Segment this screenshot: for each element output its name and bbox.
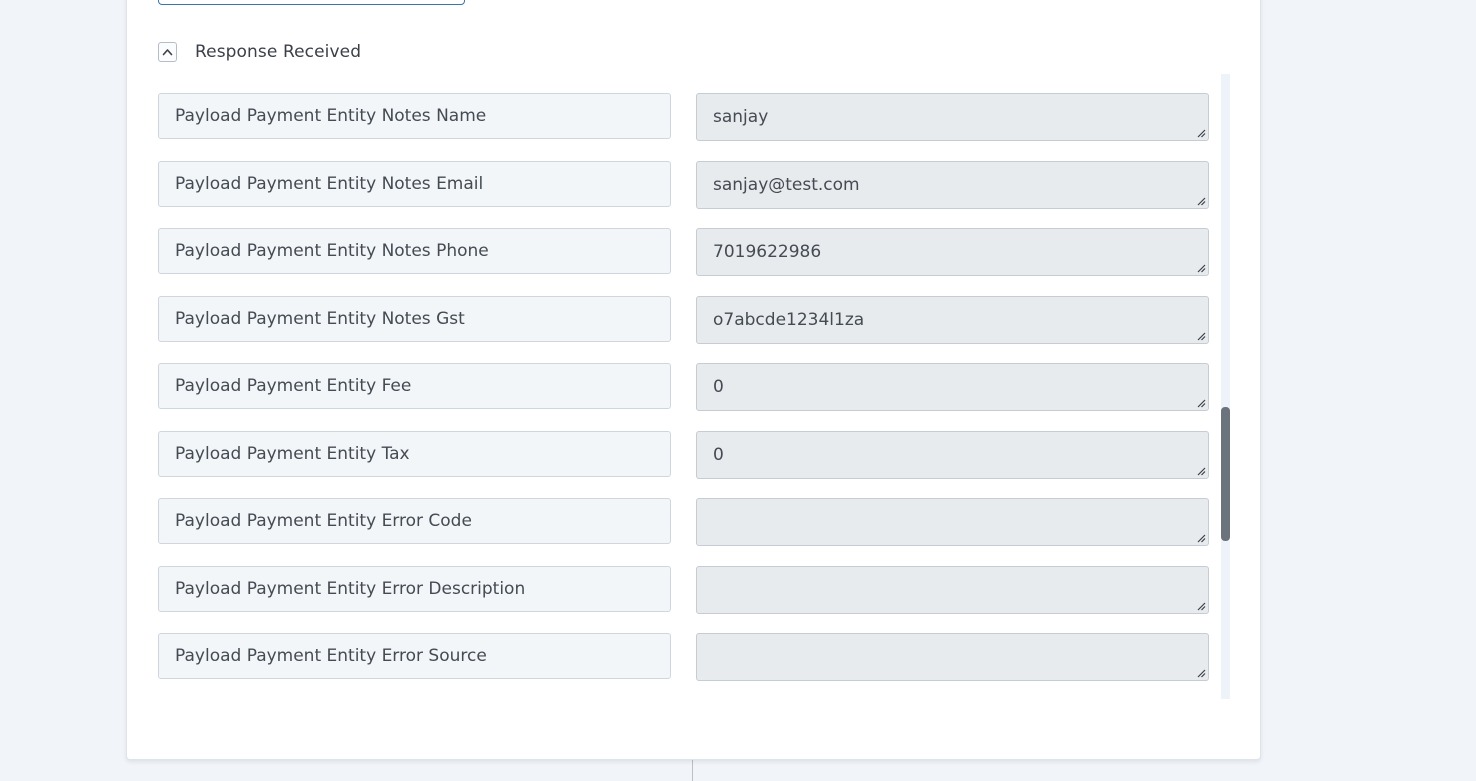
field-value-textarea[interactable]: sanjay@test.com (696, 161, 1209, 209)
field-label: Payload Payment Entity Notes Email (158, 161, 671, 207)
resize-grip-icon[interactable] (1196, 263, 1206, 273)
resize-grip-icon[interactable] (1196, 331, 1206, 341)
field-value-textarea[interactable]: 0 (696, 363, 1209, 411)
field-label: Payload Payment Entity Notes Phone (158, 228, 671, 274)
field-value-textarea[interactable] (696, 566, 1209, 614)
field-value-textarea[interactable]: sanjay (696, 93, 1209, 141)
previous-field-input[interactable] (158, 0, 465, 5)
collapse-toggle-button[interactable] (158, 42, 177, 62)
section-header: Response Received (158, 40, 361, 64)
field-label: Payload Payment Entity Error Code (158, 498, 671, 544)
resize-grip-icon[interactable] (1196, 533, 1206, 543)
flow-connector-line (692, 758, 693, 781)
field-row: Payload Payment Entity Notes Phone 701962… (158, 228, 1218, 276)
field-row: Payload Payment Entity Notes Gst o7abcde1… (158, 296, 1218, 344)
field-value-textarea[interactable]: 0 (696, 431, 1209, 479)
resize-grip-icon[interactable] (1196, 128, 1206, 138)
field-value-text: 7019622986 (713, 242, 822, 262)
field-row: Payload Payment Entity Tax 0 (158, 431, 1218, 479)
field-row: Payload Payment Entity Notes Email sanjay… (158, 161, 1218, 209)
field-value-textarea[interactable] (696, 498, 1209, 546)
field-label: Payload Payment Entity Error Source (158, 633, 671, 679)
field-row: Payload Payment Entity Error Source (158, 633, 1218, 681)
section-title: Response Received (195, 42, 362, 62)
field-row: Payload Payment Entity Error Code (158, 498, 1218, 546)
field-label: Payload Payment Entity Tax (158, 431, 671, 477)
field-row: Payload Payment Entity Error Description (158, 566, 1218, 614)
field-value-text: 0 (713, 445, 724, 465)
field-label: Payload Payment Entity Notes Gst (158, 296, 671, 342)
field-value-textarea[interactable]: o7abcde1234l1za (696, 296, 1209, 344)
scrollbar-thumb[interactable] (1221, 407, 1230, 541)
resize-grip-icon[interactable] (1196, 398, 1206, 408)
field-value-textarea[interactable] (696, 633, 1209, 681)
field-row: Payload Payment Entity Fee 0 (158, 363, 1218, 411)
field-label: Payload Payment Entity Notes Name (158, 93, 671, 139)
resize-grip-icon[interactable] (1196, 466, 1206, 476)
resize-grip-icon[interactable] (1196, 601, 1206, 611)
scrollbar-track[interactable] (1221, 74, 1230, 699)
field-value-text: sanjay@test.com (713, 175, 860, 195)
field-value-text: o7abcde1234l1za (713, 310, 865, 330)
field-row: Payload Payment Entity Notes Name sanjay (158, 93, 1218, 141)
field-value-textarea[interactable]: 7019622986 (696, 228, 1209, 276)
field-value-text: sanjay (713, 107, 769, 127)
chevron-up-icon (162, 49, 173, 56)
resize-grip-icon[interactable] (1196, 196, 1206, 206)
field-label: Payload Payment Entity Fee (158, 363, 671, 409)
field-label: Payload Payment Entity Error Description (158, 566, 671, 612)
resize-grip-icon[interactable] (1196, 668, 1206, 678)
field-value-text: 0 (713, 377, 724, 397)
response-card: Response Received Payload Payment Entity… (126, 0, 1261, 760)
